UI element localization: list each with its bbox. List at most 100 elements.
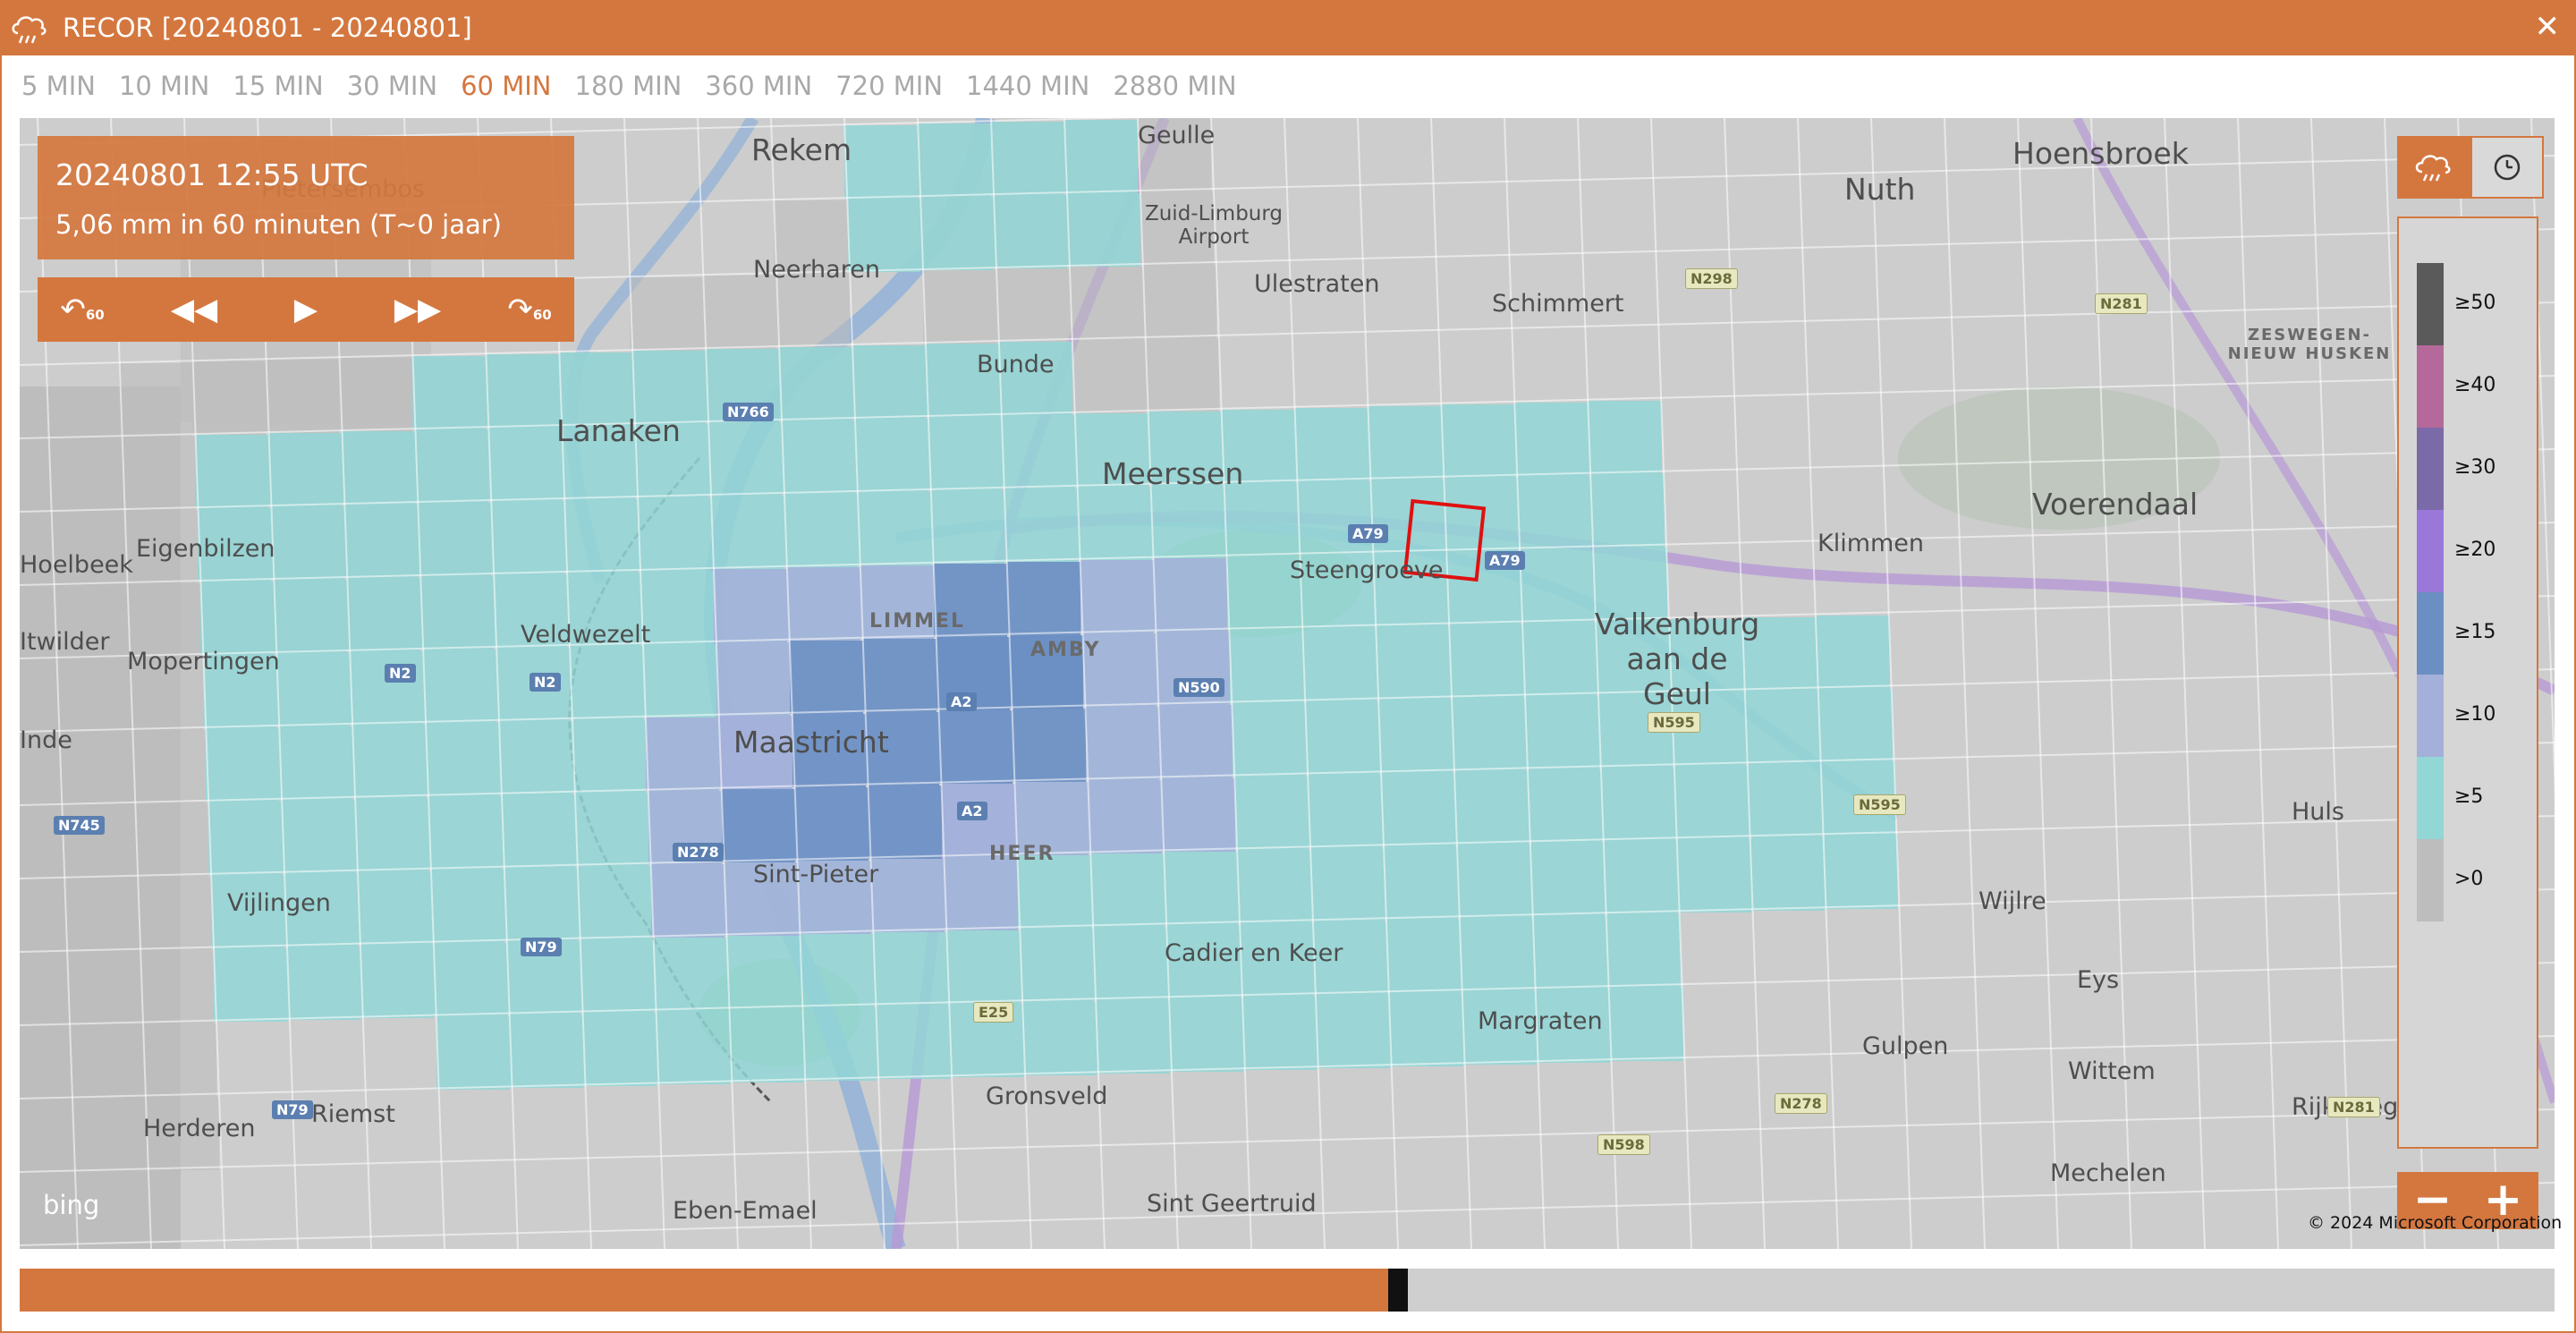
place-label: Schimmert: [1492, 290, 1624, 318]
place-label: Wittem: [2068, 1057, 2156, 1085]
place-label: Riemst: [311, 1100, 395, 1128]
rain-layer-button[interactable]: [2397, 136, 2470, 199]
rain-cell: [1094, 927, 1167, 1000]
rain-cell: [64, 879, 138, 952]
place-label: Inde: [20, 726, 72, 754]
rain-cell: [844, 125, 918, 199]
bing-logo: bing: [43, 1190, 100, 1220]
rewind-icon[interactable]: ◀◀: [149, 277, 239, 342]
window-title: RECOR [20240801 - 20240801]: [63, 13, 472, 43]
rain-cell: [1678, 839, 1751, 913]
place-label: Hoensbroek: [2012, 136, 2189, 171]
rain-cell: [339, 358, 412, 431]
rain-cell: [70, 1025, 143, 1099]
road-label: A2: [946, 692, 977, 711]
rain-cell: [1143, 265, 1216, 338]
rain-cell: [1591, 474, 1665, 548]
rain-cell: [355, 798, 428, 871]
rain-cell: [135, 803, 208, 877]
clock-icon: [2494, 154, 2521, 181]
rain-cell: [931, 490, 1004, 564]
rain-cell: [1311, 848, 1385, 921]
time-slider-handle[interactable]: [1388, 1269, 1408, 1312]
place-label: Herderen: [143, 1115, 256, 1142]
place-label: Lanaken: [556, 413, 681, 448]
rain-cell: [360, 945, 434, 1018]
tab-1440-min[interactable]: 1440 MIN: [966, 68, 1089, 104]
rain-cell: [140, 950, 214, 1023]
rain-cell: [132, 730, 206, 803]
time-slider[interactable]: [20, 1269, 2555, 1312]
tab-180-min[interactable]: 180 MIN: [575, 68, 682, 104]
legend-label: >0: [2454, 868, 2484, 890]
datetime-label: 20240801 12:55 UTC: [55, 157, 369, 192]
rain-cell: [945, 857, 1018, 930]
rain-cell: [1610, 988, 1683, 1061]
rain-cell: [127, 583, 200, 657]
rain-cell: [352, 725, 426, 798]
rain-cell: [564, 499, 638, 573]
place-label: Klimmen: [1818, 530, 1925, 557]
play-icon[interactable]: ▶: [261, 277, 351, 342]
rain-cell: [1064, 120, 1138, 193]
rain-cell: [630, 277, 703, 351]
rain-cell: [1233, 703, 1306, 777]
tab-60-min[interactable]: 60 MIN: [461, 68, 551, 104]
tab-10-min[interactable]: 10 MIN: [119, 68, 209, 104]
rain-cell: [1526, 696, 1599, 769]
tab-15-min[interactable]: 15 MIN: [233, 68, 323, 104]
rain-cell: [72, 1099, 146, 1172]
tab-2880-min[interactable]: 2880 MIN: [1113, 68, 1236, 104]
tab-360-min[interactable]: 360 MIN: [705, 68, 812, 104]
rain-cell: [344, 505, 418, 578]
close-icon[interactable]: ✕: [2535, 9, 2561, 45]
rain-cell: [1007, 562, 1080, 635]
road-label: N298: [1685, 268, 1738, 289]
rain-cell: [1021, 929, 1094, 1002]
rain-cell: [1151, 485, 1224, 558]
rain-cell: [143, 1023, 216, 1097]
road-label: N79: [272, 1100, 313, 1119]
rain-cell: [418, 503, 491, 576]
rain-cell: [491, 501, 564, 574]
rain-cell: [877, 1006, 950, 1079]
legend-label: ≥50: [2454, 292, 2496, 314]
rain-cell: [1309, 775, 1382, 848]
rain-cell: [1607, 914, 1681, 988]
place-label: Huls: [2292, 798, 2344, 826]
rain-cell: [1751, 837, 1825, 911]
rain-cell: [1602, 768, 1675, 841]
rain-cell: [920, 197, 994, 270]
rain-cell: [1377, 626, 1450, 700]
rain-cell: [192, 361, 266, 435]
rain-cell: [803, 1007, 877, 1081]
step-forward-icon: ↷: [507, 292, 533, 327]
rain-cell: [1298, 481, 1371, 555]
tab-30-min[interactable]: 30 MIN: [347, 68, 437, 104]
step-back-button[interactable]: ↶60: [38, 277, 127, 342]
rain-cell: [1385, 846, 1458, 920]
rain-cell: [996, 268, 1070, 342]
rain-cell: [1458, 845, 1531, 918]
rain-cell: [1387, 920, 1461, 993]
rain-cell: [279, 726, 352, 800]
rain-cell: [1531, 843, 1605, 916]
step-forward-button[interactable]: ↷60: [485, 277, 574, 342]
rain-cell: [638, 497, 711, 571]
rain-cell: [1521, 549, 1594, 623]
legend-swatch: [2417, 675, 2444, 757]
clock-button[interactable]: [2470, 136, 2544, 199]
place-label: Meerssen: [1102, 456, 1244, 491]
rain-cell: [510, 1015, 583, 1088]
fast-forward-icon[interactable]: ▶▶: [373, 277, 462, 342]
road-label: A2: [957, 802, 987, 820]
rain-cell: [1523, 623, 1597, 696]
tab-720-min[interactable]: 720 MIN: [835, 68, 943, 104]
place-label: Valkenburg aan de Geul: [1594, 607, 1760, 711]
place-label: Eben-Emael: [673, 1197, 818, 1225]
road-label: N79: [521, 938, 562, 956]
rain-cell: [1518, 476, 1591, 549]
tab-5-min[interactable]: 5 MIN: [21, 68, 96, 104]
rain-cell: [939, 710, 1013, 784]
rain-cell: [1097, 1000, 1170, 1074]
